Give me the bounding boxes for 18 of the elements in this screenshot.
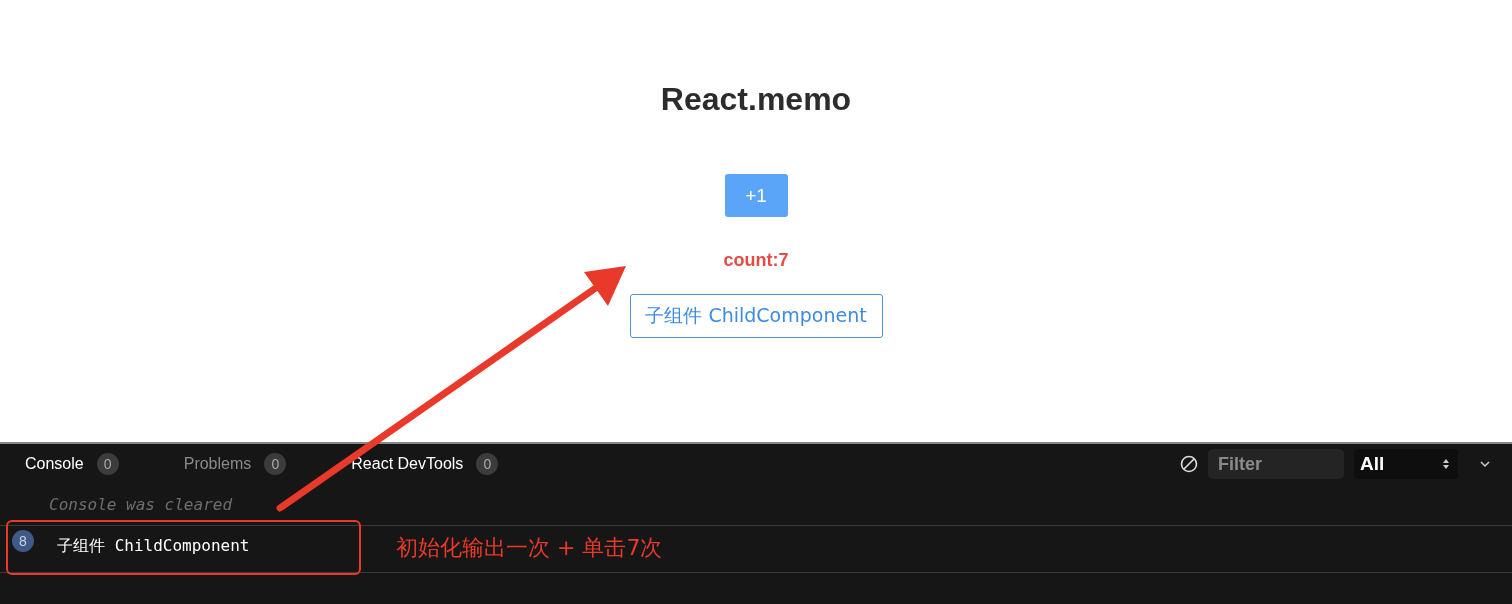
clear-console-icon[interactable] bbox=[1180, 455, 1198, 473]
count-badge: 0 bbox=[96, 453, 119, 475]
tab-label[interactable]: React DevTools bbox=[351, 455, 464, 473]
console-cleared-message: Console was cleared bbox=[0, 484, 1512, 526]
log-level-select[interactable]: All bbox=[1354, 449, 1458, 479]
repeat-count-badge: 8 bbox=[12, 530, 34, 552]
count-text: count:7 bbox=[723, 249, 789, 271]
annotation-note: 初始化输出一次 + 单击7次 bbox=[396, 534, 663, 562]
chevron-down-icon[interactable] bbox=[1478, 459, 1492, 469]
page-title: React.memo bbox=[660, 80, 852, 118]
filter-field[interactable]: Filter bbox=[1208, 449, 1344, 479]
count-badge: 0 bbox=[476, 453, 499, 475]
tab-label[interactable]: Problems bbox=[183, 455, 252, 473]
count-badge: 0 bbox=[264, 453, 287, 475]
child-component-button[interactable]: 子组件 ChildComponent bbox=[629, 294, 883, 338]
up-down-caret-icon bbox=[1442, 458, 1450, 470]
log-message: 子组件 ChildComponent bbox=[57, 536, 250, 557]
tab-label[interactable]: Console bbox=[25, 455, 84, 473]
